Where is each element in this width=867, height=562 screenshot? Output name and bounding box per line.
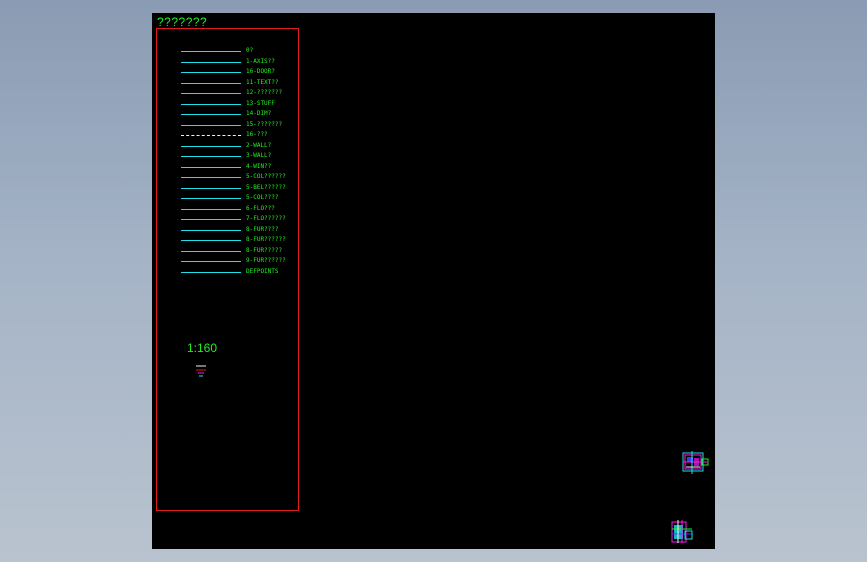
legend-row: 9-FUR??????	[181, 256, 301, 267]
legend-row: 12-???????	[181, 88, 301, 99]
legend-layer-label: 11-TEXT??	[246, 78, 279, 86]
legend-line-sample	[181, 93, 241, 94]
legend-line-sample	[181, 187, 241, 189]
legend-row: 7-FLO??????	[181, 214, 301, 225]
legend-line-sample	[181, 135, 241, 136]
legend-row: 15-???????	[181, 120, 301, 131]
legend-line-sample	[181, 261, 241, 262]
legend-line-sample	[181, 51, 241, 52]
legend-layer-label: 8-FUR?????	[246, 246, 283, 254]
legend-line-sample	[181, 219, 241, 220]
legend-line-sample	[181, 82, 241, 84]
legend-line-sample	[181, 208, 241, 210]
legend-row: 1-AXIS??	[181, 57, 301, 68]
legend-row: 11-TEXT??	[181, 78, 301, 89]
legend-line-sample	[181, 198, 241, 199]
legend-row: 16-DOOR?	[181, 67, 301, 78]
legend-layer-label: 3-WALL?	[246, 152, 272, 159]
legend-row: 3-WALL?	[181, 151, 301, 162]
legend-line-sample	[181, 166, 241, 168]
legend-layer-label: 14-DIM?	[246, 110, 272, 117]
legend-row: 16-???	[181, 130, 301, 141]
legend-row: 0?	[181, 46, 301, 57]
legend-layer-label: 16-???	[246, 131, 268, 138]
legend-line-sample	[181, 114, 241, 115]
legend-layer-label: DEFPOINTS	[246, 267, 279, 275]
legend-row: 14-DIM?	[181, 109, 301, 120]
cad-block-lower[interactable]	[670, 519, 696, 545]
legend-row: 8-FUR??????	[181, 235, 301, 246]
legend-layer-label: 5-COL??????	[246, 173, 286, 180]
legend-line-sample	[181, 72, 241, 73]
legend-layer-label: 0?	[246, 47, 254, 54]
legend-layer-label: 8-FUR????	[246, 225, 279, 233]
legend-layer-label: 5-BEL??????	[246, 183, 286, 191]
legend-layer-label: 12-???????	[246, 89, 283, 96]
legend-layer-label: 7-FLO??????	[246, 215, 286, 222]
legend-row: 6-FLO???	[181, 204, 301, 215]
scale-symbol-icon	[196, 365, 206, 377]
legend-row: 4-WIN??	[181, 162, 301, 173]
legend-row: 13-STUFF	[181, 99, 301, 110]
legend-row: 8-FUR????	[181, 225, 301, 236]
legend-layer-label: 4-WIN??	[246, 162, 272, 170]
drawing-canvas[interactable]: ??????? 0? 1-AXIS?? 16-DOOR? 11-TEXT?? 12-??…	[152, 13, 715, 549]
scale-label: 1:160	[187, 341, 218, 355]
legend-row: DEFPOINTS	[181, 267, 301, 278]
legend-layer-label: 13-STUFF	[246, 99, 275, 107]
cad-block-upper[interactable]	[682, 450, 710, 476]
legend-row: 5-COL??????	[181, 172, 301, 183]
legend-layer-label: 6-FLO???	[246, 204, 275, 212]
legend-layer-label: 8-FUR??????	[246, 236, 286, 243]
legend-layer-label: 9-FUR??????	[246, 257, 286, 264]
legend-row: 2-WALL?	[181, 141, 301, 152]
layer-legend: 0? 1-AXIS?? 16-DOOR? 11-TEXT?? 12-??????? 13-…	[181, 46, 301, 277]
legend-layer-label: 5-COL????	[246, 194, 279, 201]
legend-layer-label: 15-???????	[246, 120, 283, 128]
legend-line-sample	[181, 250, 241, 252]
legend-line-sample	[181, 124, 241, 126]
legend-layer-label: 16-DOOR?	[246, 68, 275, 75]
legend-row: 8-FUR?????	[181, 246, 301, 257]
legend-row: 5-BEL??????	[181, 183, 301, 194]
legend-line-sample	[181, 271, 241, 273]
sheet-title: ???????	[157, 15, 208, 29]
legend-line-sample	[181, 240, 241, 241]
legend-line-sample	[181, 229, 241, 231]
legend-line-sample	[181, 156, 241, 157]
legend-line-sample	[181, 61, 241, 63]
legend-line-sample	[181, 145, 241, 147]
legend-layer-label: 2-WALL?	[246, 141, 272, 149]
legend-line-sample	[181, 103, 241, 105]
legend-line-sample	[181, 177, 241, 178]
legend-layer-label: 1-AXIS??	[246, 57, 275, 65]
legend-row: 5-COL????	[181, 193, 301, 204]
